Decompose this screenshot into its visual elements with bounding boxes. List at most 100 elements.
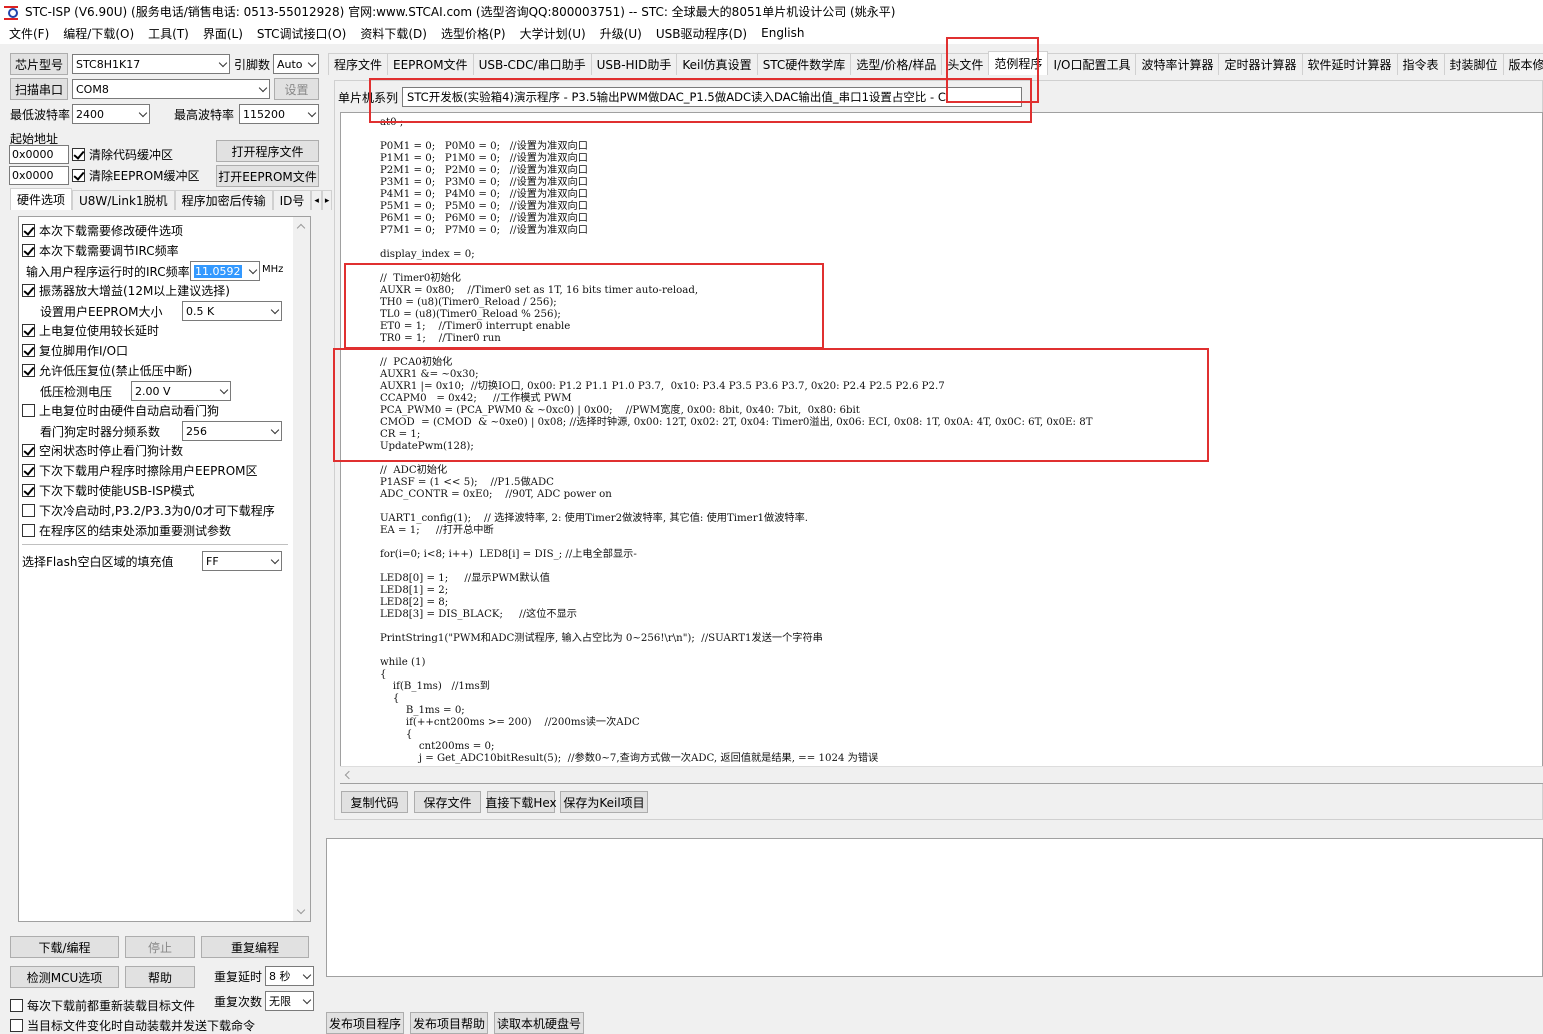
modify-hw-options-checkbox[interactable]: 本次下载需要修改硬件选项 — [22, 222, 183, 239]
code-hscrollbar[interactable] — [340, 766, 1543, 783]
tab-u8w-offline[interactable]: U8W/Link1脱机 — [72, 190, 175, 210]
tab-encrypted-transfer[interactable]: 程序加密后传输 — [174, 190, 273, 210]
tab-timer-calc[interactable]: 定时器计算器 — [1218, 53, 1303, 75]
tab-package-pins[interactable]: 封装脚位 — [1443, 53, 1504, 75]
clear-eeprom-checkbox[interactable]: 清除EEPROM缓冲区 — [72, 167, 200, 184]
repeat-program-button[interactable]: 重复编程 — [201, 936, 309, 958]
repeat-delay-select[interactable]: 8 秒 — [265, 966, 314, 986]
tab-delay-calc[interactable]: 软件延时计算器 — [1301, 53, 1398, 75]
menu-docs[interactable]: 资料下载(D) — [353, 25, 434, 42]
irc-frequency-select[interactable]: 11.0592 — [190, 261, 260, 281]
low-voltage-select[interactable]: 2.00 V — [131, 381, 231, 401]
menu-usb-driver[interactable]: USB驱动程序(D) — [649, 25, 754, 42]
auto-watchdog-checkbox[interactable]: 上电复位时由硬件自动启动看门狗 — [22, 402, 219, 419]
menu-price[interactable]: 选型价格(P) — [434, 25, 513, 42]
option-label: 下次下载时使能USB-ISP模式 — [39, 484, 195, 498]
low-voltage-reset-checkbox[interactable]: 允许低压复位(禁止低压中断) — [22, 362, 192, 379]
download-hex-button[interactable]: 直接下载Hex — [485, 791, 557, 813]
example-title: STC开发板(实验箱4)演示程序 - P3.5输出PWM做DAC_P1.5做AD… — [407, 90, 946, 104]
repeat-count-value: 无限 — [269, 995, 291, 1008]
options-scrollbar[interactable] — [293, 217, 310, 921]
open-eeprom-file-button[interactable]: 打开EEPROM文件 — [216, 165, 319, 187]
help-button[interactable]: 帮助 — [125, 966, 195, 988]
checkbox-icon — [22, 524, 35, 537]
menu-bar: 文件(F) 编程/下载(O) 工具(T) 界面(L) STC调试接口(O) 资料… — [0, 22, 1543, 44]
publish-program-button[interactable]: 发布项目程序 — [326, 1012, 404, 1034]
eeprom-address-input[interactable]: 0x0000 — [9, 166, 69, 185]
open-program-file-button[interactable]: 打开程序文件 — [216, 140, 319, 162]
tab-selection-price[interactable]: 选型/价格/样品 — [850, 53, 943, 75]
tab-io-config[interactable]: I/O口配置工具 — [1047, 53, 1137, 75]
code-viewer[interactable]: at0 ; P0M1 = 0; P0M0 = 0; //设置为准双向口 P1M1… — [340, 112, 1543, 784]
tab-instruction-table[interactable]: 指令表 — [1396, 53, 1445, 75]
reload-each-checkbox[interactable]: 每次下载前都重新装载目标文件 — [10, 997, 195, 1014]
pins-select[interactable]: Auto — [273, 54, 319, 74]
check-mcu-button[interactable]: 检测MCU选项 — [10, 966, 119, 988]
scroll-up-icon[interactable] — [296, 223, 306, 233]
scroll-left-icon[interactable] — [344, 770, 354, 780]
tab-version-history[interactable]: 版本修订记 — [1502, 53, 1543, 75]
eeprom-size-select[interactable]: 0.5 K — [182, 301, 282, 321]
menu-university[interactable]: 大学计划(U) — [513, 25, 593, 42]
save-file-button[interactable]: 保存文件 — [414, 791, 481, 813]
long-reset-delay-checkbox[interactable]: 上电复位使用较长延时 — [22, 322, 159, 339]
clear-code-label: 清除代码缓冲区 — [89, 148, 174, 162]
menu-tools[interactable]: 工具(T) — [141, 25, 196, 42]
flash-fill-select[interactable]: FF — [202, 551, 282, 571]
tab-keil-sim[interactable]: Keil仿真设置 — [676, 53, 758, 75]
read-disk-id-button[interactable]: 读取本机硬盘号 — [494, 1012, 584, 1034]
chip-model-button[interactable]: 芯片型号 — [10, 53, 68, 75]
flash-fill-label: 选择Flash空白区域的填充值 — [22, 555, 174, 569]
menu-interface[interactable]: 界面(L) — [196, 25, 250, 42]
scroll-down-icon[interactable] — [296, 905, 306, 915]
clear-code-checkbox[interactable]: 清除代码缓冲区 — [72, 146, 173, 163]
osc-gain-checkbox[interactable]: 振荡器放大增益(12M以上建议选择) — [22, 282, 230, 299]
stop-button[interactable]: 停止 — [125, 936, 195, 958]
settings-button[interactable]: 设置 — [274, 78, 319, 100]
tab-example-programs[interactable]: 范例程序 — [988, 51, 1049, 75]
tab-math-lib[interactable]: STC硬件数学库 — [756, 53, 852, 75]
menu-program[interactable]: 编程/下载(O) — [56, 25, 141, 42]
reset-pin-io-checkbox[interactable]: 复位脚用作I/O口 — [22, 342, 128, 359]
checkbox-icon — [22, 504, 35, 517]
erase-eeprom-checkbox[interactable]: 下次下载用户程序时擦除用户EEPROM区 — [22, 462, 258, 479]
tab-scroll-left-icon[interactable]: ◂ — [311, 190, 322, 210]
max-baud-select[interactable]: 115200 — [239, 104, 319, 124]
menu-debug[interactable]: STC调试接口(O) — [250, 25, 353, 42]
tab-eeprom-file[interactable]: EEPROM文件 — [387, 53, 474, 75]
test-params-checkbox[interactable]: 在程序区的结束处添加重要测试参数 — [22, 522, 231, 539]
auto-send-checkbox[interactable]: 当目标文件变化时自动装载并发送下载命令 — [10, 1017, 255, 1034]
port-select[interactable]: COM8 — [72, 79, 270, 99]
code-address-input[interactable]: 0x0000 — [9, 145, 69, 164]
tab-usb-hid[interactable]: USB-HID助手 — [590, 53, 678, 75]
checkbox-icon — [10, 1019, 23, 1032]
tab-header-file[interactable]: 头文件 — [941, 53, 990, 75]
tab-id-number[interactable]: ID号 — [272, 190, 312, 210]
wdt-divider-select[interactable]: 256 — [182, 421, 282, 441]
tab-scroll-right-icon[interactable]: ▸ — [321, 190, 333, 210]
chevron-down-icon — [307, 108, 317, 118]
chip-model-select[interactable]: STC8H1K17 — [72, 54, 230, 74]
option-label: 复位脚用作I/O口 — [39, 344, 129, 358]
low-voltage-label: 低压检测电压 — [40, 385, 113, 399]
copy-code-button[interactable]: 复制代码 — [341, 791, 408, 813]
save-keil-project-button[interactable]: 保存为Keil项目 — [560, 791, 648, 813]
menu-english[interactable]: English — [754, 26, 811, 40]
download-program-button[interactable]: 下载/编程 — [10, 936, 119, 958]
idle-stop-wdt-checkbox[interactable]: 空闲状态时停止看门狗计数 — [22, 442, 183, 459]
cold-start-p32-checkbox[interactable]: 下次冷启动时,P3.2/P3.3为0/0才可下载程序 — [22, 502, 275, 519]
tab-usb-cdc[interactable]: USB-CDC/串口助手 — [472, 53, 592, 75]
adjust-irc-checkbox[interactable]: 本次下载需要调节IRC频率 — [22, 242, 179, 259]
tab-program-file[interactable]: 程序文件 — [328, 53, 389, 75]
repeat-count-select[interactable]: 无限 — [265, 991, 314, 1011]
scan-port-button[interactable]: 扫描串口 — [10, 78, 68, 100]
menu-file[interactable]: 文件(F) — [2, 25, 56, 42]
usb-isp-checkbox[interactable]: 下次下载时使能USB-ISP模式 — [22, 482, 194, 499]
min-baud-select[interactable]: 2400 — [72, 104, 150, 124]
example-program-select[interactable]: STC开发板(实验箱4)演示程序 - P3.5输出PWM做DAC_P1.5做AD… — [402, 87, 1023, 107]
output-log[interactable] — [326, 838, 1543, 977]
publish-help-button[interactable]: 发布项目帮助 — [410, 1012, 488, 1034]
menu-upgrade[interactable]: 升级(U) — [593, 25, 649, 42]
tab-hardware-options[interactable]: 硬件选项 — [10, 188, 73, 210]
tab-baud-calc[interactable]: 波特率计算器 — [1135, 53, 1220, 75]
